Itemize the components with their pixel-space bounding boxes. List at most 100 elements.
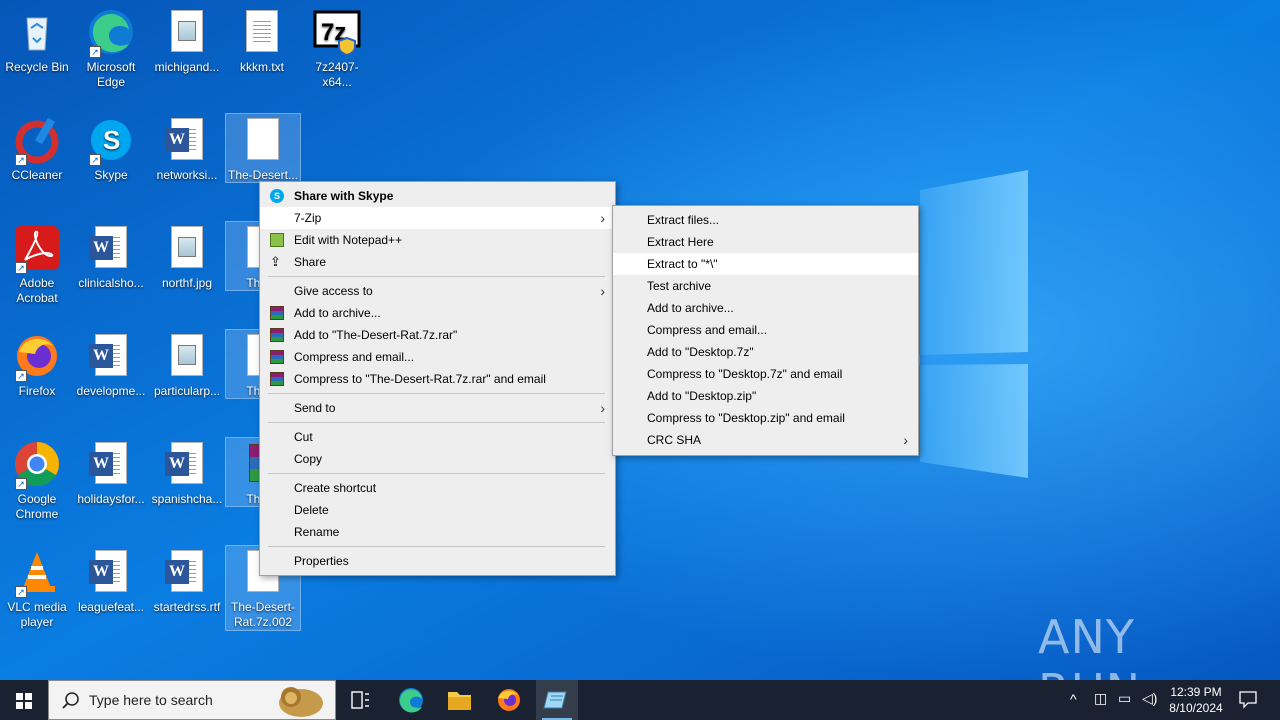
recycle-bin-icon[interactable]: Recycle Bin [0,6,74,75]
leaguefeat-doc-icon[interactable]: W leaguefeat... [74,546,148,615]
network-icon[interactable]: ▭ [1118,690,1131,707]
menu-item-add-archive[interactable]: Add to archive... [260,302,615,324]
clinicalsho-doc-icon[interactable]: W clinicalsho... [74,222,148,291]
adobe-acrobat-icon[interactable]: ↗ Adobe Acrobat [0,222,74,306]
taskbar-search-box[interactable]: Type here to search [48,680,336,720]
kkkm-txt-icon[interactable]: kkkm.txt [225,6,299,75]
taskbar-file-explorer-button[interactable] [438,680,480,720]
menu-item-send-to[interactable]: Send to › [260,397,615,419]
menu-separator [268,276,605,277]
icon-label: The-Desert-Rat.7z.002 [230,600,295,629]
edge-icon[interactable]: ↗ Microsoft Edge [74,6,148,90]
icon-label: leaguefeat... [77,600,145,614]
icon-label: northf.jpg [161,276,213,290]
submenu-item-test-archive[interactable]: Test archive [613,275,918,297]
show-hidden-icons-chevron[interactable]: ^ [1070,691,1077,707]
7zip-installer-icon[interactable]: 7z 7z2407-x64... [300,6,374,90]
menu-item-label: Add to "Desktop.7z" [647,345,754,359]
startedrss-rtf-icon[interactable]: W startedrss.rtf [150,546,224,615]
networksi-doc-icon[interactable]: W networksi... [150,114,224,183]
submenu-item-add-desktop-zip[interactable]: Add to "Desktop.zip" [613,385,918,407]
submenu-item-add-archive[interactable]: Add to archive... [613,297,918,319]
task-view-button[interactable] [340,680,380,720]
menu-item-label: Compress to "Desktop.7z" and email [647,367,843,381]
menu-item-label: Add to "Desktop.zip" [647,389,757,403]
icon-label: Skype [94,168,128,182]
vlc-media-player-icon[interactable]: ↗ VLC media player [0,546,74,630]
start-button[interactable] [0,680,48,720]
winrar-icon [270,306,284,320]
taskbar-notepad-button[interactable] [536,680,578,720]
menu-item-give-access[interactable]: Give access to › [260,280,615,302]
submenu-item-add-desktop-7z[interactable]: Add to "Desktop.7z" [613,341,918,363]
winrar-icon [270,350,284,364]
menu-item-label: 7-Zip [294,211,322,225]
notification-center-icon[interactable] [1238,689,1258,712]
icon-label: developme... [76,384,146,398]
menu-item-label: Rename [294,525,340,539]
menu-item-edit-notepad[interactable]: Edit with Notepad++ [260,229,615,251]
menu-item-add-rar[interactable]: Add to "The-Desert-Rat.7z.rar" [260,324,615,346]
submenu-item-extract-files[interactable]: Extract files... [613,209,918,231]
menu-item-properties[interactable]: Properties [260,550,615,572]
7zip-submenu: Extract files... Extract Here Extract to… [612,205,919,456]
submenu-item-compress-desktop-zip-email[interactable]: Compress to "Desktop.zip" and email [613,407,918,429]
the-desert-rat-file-1[interactable]: The-Desert... [225,113,301,183]
holidaysfor-doc-icon[interactable]: W holidaysfor... [74,438,148,507]
notepad-plus-plus-icon [270,233,284,247]
submenu-item-crc-sha[interactable]: CRC SHA › [613,429,918,451]
shortcut-arrow-icon: ↗ [15,262,27,274]
submenu-item-extract-to[interactable]: Extract to "*\" [613,253,918,275]
skype-icon[interactable]: S ↗ Skype [74,114,148,183]
taskbar: Type here to search ^ ◫ ▭ ◁) 12:39 PM 8/… [0,680,1280,720]
menu-item-label: Add to archive... [294,306,381,320]
menu-item-7zip[interactable]: 7-Zip › [260,207,615,229]
particularp-file-icon[interactable]: particularp... [150,330,224,399]
menu-item-rename[interactable]: Rename [260,521,615,543]
taskbar-edge-button[interactable] [390,680,432,720]
menu-item-compress-rar-email[interactable]: Compress to "The-Desert-Rat.7z.rar" and … [260,368,615,390]
menu-item-cut[interactable]: Cut [260,426,615,448]
word-badge-icon: W [89,344,113,368]
menu-item-label: Create shortcut [294,481,377,495]
chevron-right-icon: › [600,283,605,299]
ccleaner-icon[interactable]: ↗ CCleaner [0,114,74,183]
menu-item-create-shortcut[interactable]: Create shortcut [260,477,615,499]
submenu-item-extract-here[interactable]: Extract Here [613,231,918,253]
volume-icon[interactable]: ◁) [1142,690,1157,707]
menu-item-label: Delete [294,503,329,517]
firefox-icon [498,689,520,711]
spanishcha-doc-icon[interactable]: W spanishcha... [150,438,224,507]
menu-item-label: Edit with Notepad++ [294,233,403,247]
submenu-item-compress-desktop-7z-email[interactable]: Compress to "Desktop.7z" and email [613,363,918,385]
icon-label: Firefox [18,384,56,398]
northf-jpg-icon[interactable]: northf.jpg [150,222,224,291]
menu-item-label: Test archive [647,279,712,293]
google-chrome-icon[interactable]: ↗ Google Chrome [0,438,74,522]
menu-item-label: Share with Skype [294,189,394,203]
menu-item-delete[interactable]: Delete [260,499,615,521]
image-file-glyph [171,10,203,52]
menu-item-share-skype[interactable]: S Share with Skype [260,185,615,207]
taskbar-firefox-button[interactable] [488,680,530,720]
chevron-right-icon: › [600,210,605,226]
menu-item-compress-email[interactable]: Compress and email... [260,346,615,368]
developme-doc-icon[interactable]: W developme... [74,330,148,399]
shortcut-arrow-icon: ↗ [15,586,27,598]
menu-item-label: Share [294,255,327,269]
svg-text:S: S [103,125,120,155]
folder-icon [448,692,471,710]
michigand-file-icon[interactable]: michigand... [150,6,224,75]
clock[interactable]: 12:39 PM 8/10/2024 [1166,684,1226,716]
menu-item-share[interactable]: ⇪ Share [260,251,615,273]
word-badge-icon: W [89,236,113,260]
task-view-icon [351,691,369,709]
menu-item-copy[interactable]: Copy [260,448,615,470]
icon-label: networksi... [156,168,218,182]
recycle-bin-glyph [26,17,48,51]
menu-item-label: Cut [294,430,313,444]
meet-now-icon[interactable]: ◫ [1094,690,1107,707]
submenu-item-compress-email[interactable]: Compress and email... [613,319,918,341]
firefox-icon[interactable]: ↗ Firefox [0,330,74,399]
search-icon [62,692,79,709]
